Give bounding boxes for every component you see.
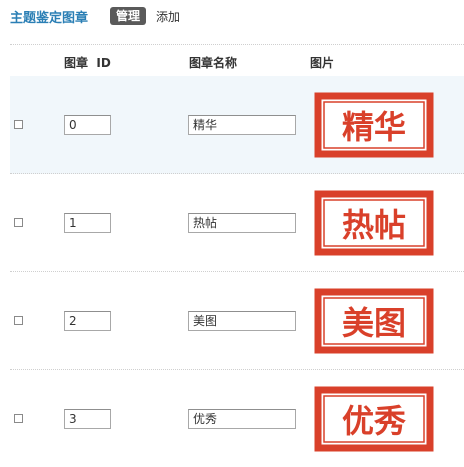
table-row: 美图 (10, 272, 464, 370)
row-checkbox[interactable] (14, 413, 23, 423)
stamp-name-input[interactable] (188, 212, 296, 233)
row-checkbox[interactable] (14, 217, 23, 227)
page-title: 主题鉴定图章 (10, 10, 89, 26)
header-divider (10, 44, 464, 45)
stamp-label: 优秀 (342, 402, 406, 440)
tab-add[interactable]: 添加 (156, 8, 180, 25)
table-row: 优秀 (10, 370, 464, 467)
stamp-image: 优秀 (314, 386, 434, 451)
column-header-image: 图片 (310, 56, 335, 70)
row-checkbox[interactable] (14, 119, 23, 129)
stamp-name-input[interactable] (188, 408, 296, 429)
stamp-graphic: 优秀 (314, 386, 434, 451)
stamp-name-input[interactable] (188, 310, 296, 331)
tab-manage[interactable]: 管理 (110, 7, 147, 25)
column-header-id: 图章 ID (64, 56, 111, 70)
stamp-id-input[interactable] (64, 310, 111, 331)
stamp-image: 热帖 (314, 190, 434, 255)
stamp-name-input[interactable] (188, 114, 296, 135)
stamp-graphic: 热帖 (314, 190, 434, 255)
stamp-id-input[interactable] (64, 212, 111, 233)
table-row: 热帖 (10, 174, 464, 272)
row-checkbox[interactable] (14, 315, 23, 325)
table-row: 精华 (10, 76, 464, 174)
stamp-image: 精华 (314, 92, 434, 157)
column-header-name: 图章名称 (189, 56, 238, 70)
stamp-graphic: 美图 (314, 288, 434, 353)
stamp-label: 精华 (342, 108, 406, 146)
stamp-graphic: 精华 (314, 92, 434, 157)
stamp-label: 热帖 (342, 206, 406, 244)
stamp-id-input[interactable] (64, 114, 111, 135)
stamp-image: 美图 (314, 288, 434, 353)
stamp-id-input[interactable] (64, 408, 111, 429)
page-header: 主题鉴定图章 管理 添加 (10, 5, 180, 27)
stamp-label: 美图 (342, 304, 406, 342)
